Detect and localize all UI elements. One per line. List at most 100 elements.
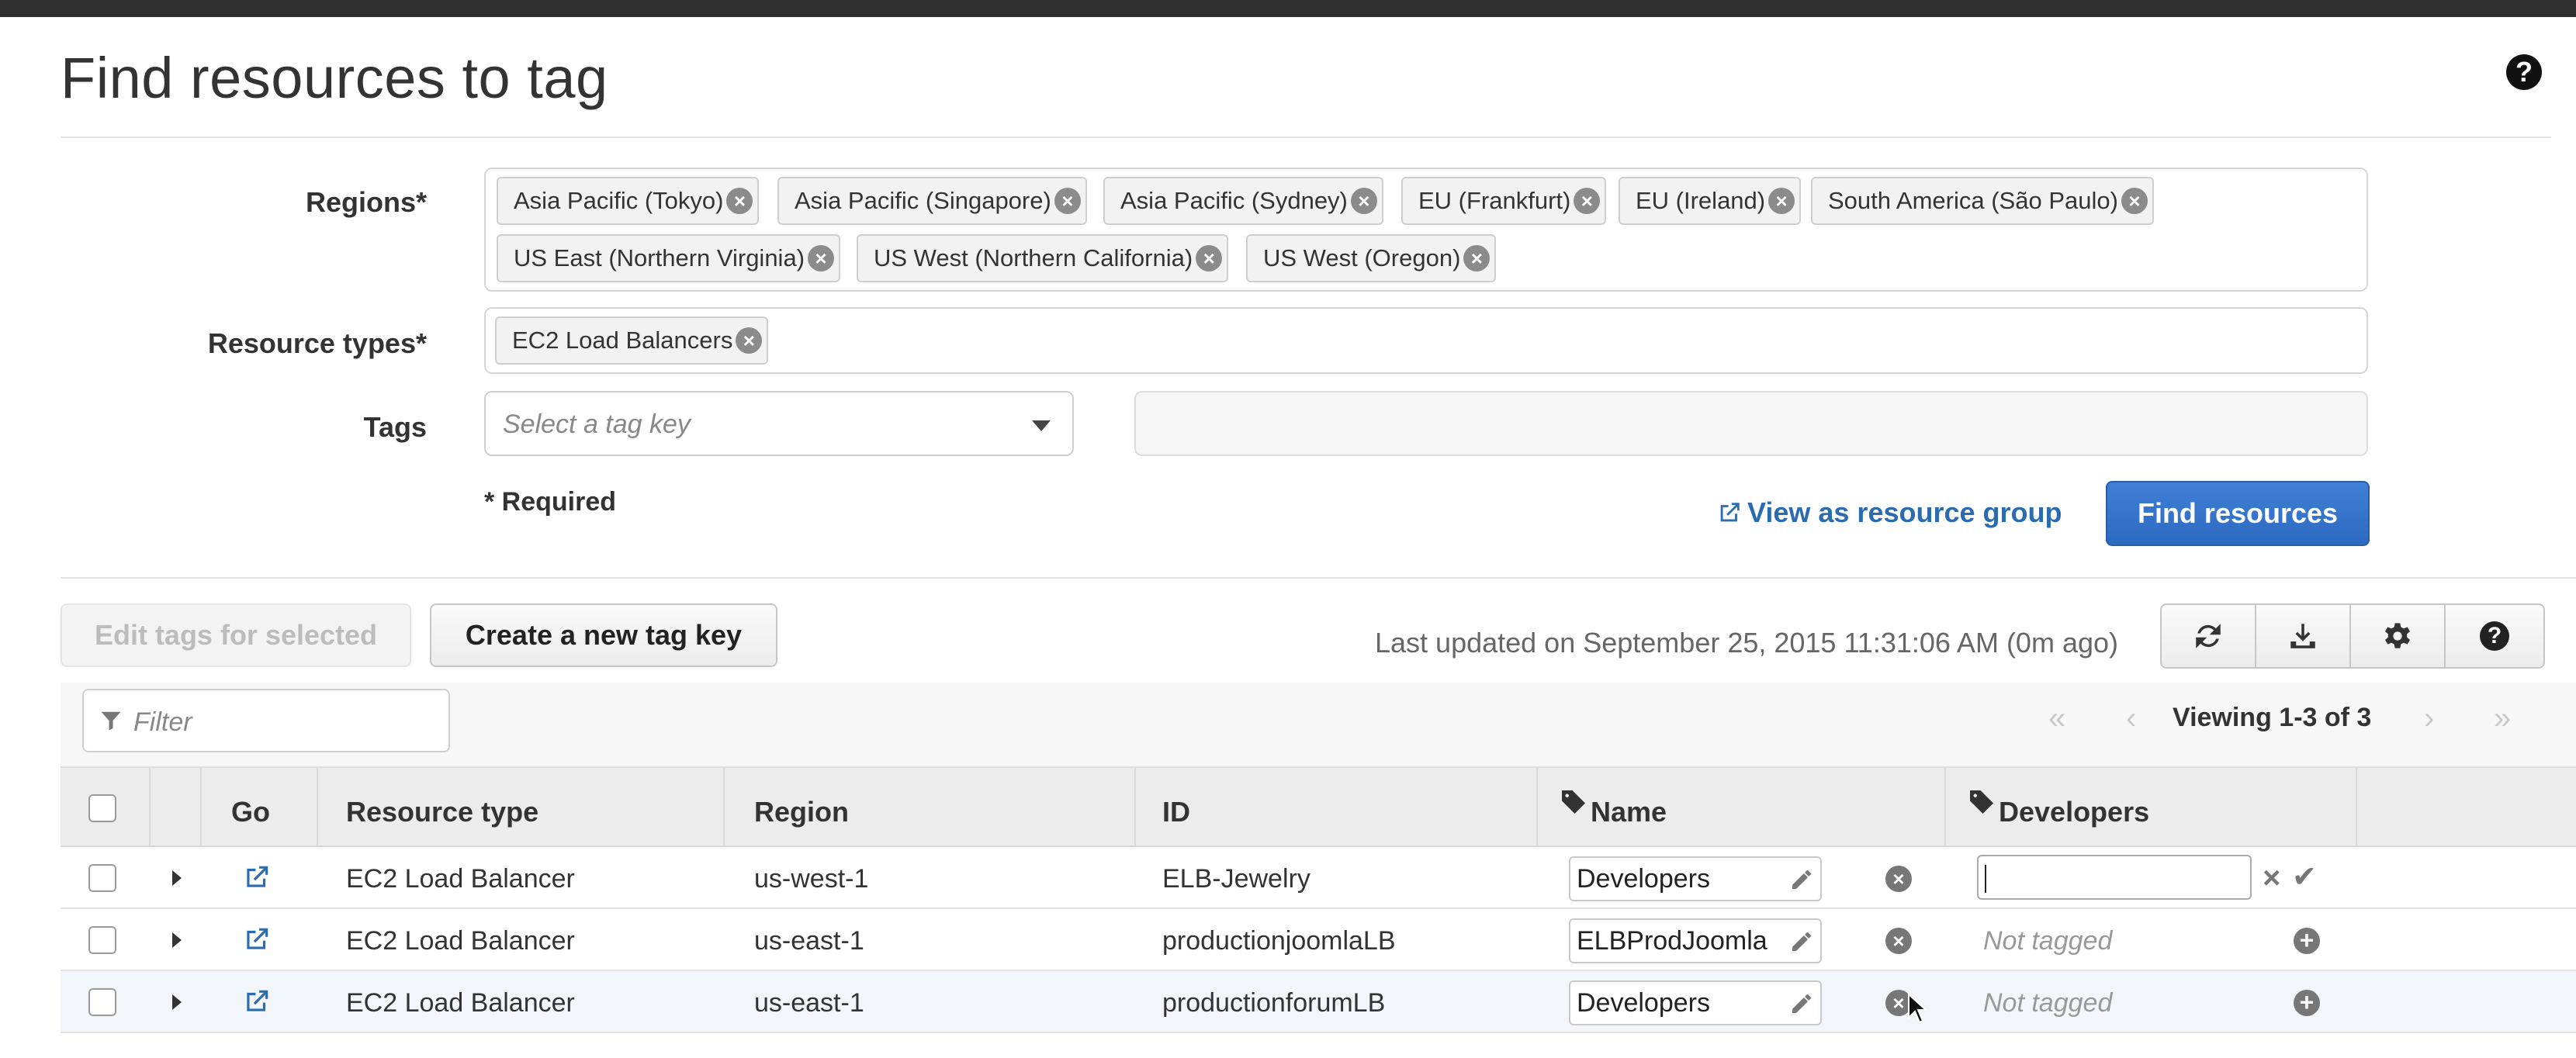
remove-icon[interactable]: × <box>726 188 753 214</box>
row-checkbox[interactable] <box>88 864 116 892</box>
select-all-checkbox[interactable] <box>88 794 116 822</box>
cancel-icon[interactable]: × <box>2263 861 2280 896</box>
title-divider <box>61 137 2551 138</box>
confirm-icon[interactable]: ✔ <box>2292 859 2317 894</box>
create-tag-key-button[interactable]: Create a new tag key <box>430 603 777 667</box>
refresh-button[interactable] <box>2160 603 2256 669</box>
column-header-id[interactable]: ID <box>1162 796 1190 828</box>
remove-icon[interactable]: × <box>1463 245 1491 271</box>
name-tag-field[interactable]: Developers <box>1569 856 1822 901</box>
pencil-icon[interactable] <box>1789 867 1814 892</box>
regions-input[interactable]: Asia Pacific (Tokyo) × Asia Pacific (Sing… <box>484 168 2368 292</box>
add-tag-icon[interactable]: + <box>2294 928 2320 954</box>
id-cell: productionforumLB <box>1162 988 1386 1018</box>
edit-tags-for-selected-button[interactable]: Edit tags for selected <box>61 603 411 667</box>
remove-tag-icon[interactable]: × <box>1885 928 1912 954</box>
remove-icon[interactable]: × <box>808 245 835 271</box>
mouse-pointer-icon <box>1908 993 1927 1024</box>
view-as-resource-group-link[interactable]: View as resource group <box>1716 496 2062 529</box>
region-token-label: US West (Northern California) <box>874 244 1193 271</box>
remove-icon[interactable]: × <box>1196 245 1223 271</box>
tag-key-select[interactable]: Select a tag key <box>484 391 1074 456</box>
remove-icon[interactable]: × <box>1768 188 1795 214</box>
column-header-developers[interactable]: Developers <box>1999 796 2149 828</box>
last-page-button[interactable]: » <box>2494 701 2511 736</box>
tag-icon <box>1560 788 1587 820</box>
next-page-button[interactable]: › <box>2424 701 2434 736</box>
chevron-down-icon <box>1032 420 1051 431</box>
developers-tag-input[interactable] <box>1977 855 2252 900</box>
page-title: Find resources to tag <box>61 46 608 110</box>
tag-key-placeholder: Select a tag key <box>503 410 691 439</box>
gear-icon <box>2385 623 2410 648</box>
region-token: South America (São Paulo) × <box>1811 177 2154 225</box>
column-divider <box>1944 768 1946 845</box>
region-token-label: US West (Oregon) <box>1263 244 1461 271</box>
external-link-icon[interactable] <box>242 925 272 954</box>
row-checkbox[interactable] <box>88 926 116 954</box>
region-token: US East (Northern Virginia) × <box>497 234 841 282</box>
pencil-icon[interactable] <box>1789 991 1814 1016</box>
expand-row-icon[interactable] <box>172 870 182 886</box>
region-cell: us-east-1 <box>754 926 864 956</box>
name-tag-value: Developers <box>1577 864 1710 894</box>
add-tag-icon[interactable]: + <box>2294 990 2320 1016</box>
help-button[interactable]: ? <box>2444 603 2545 669</box>
pencil-icon[interactable] <box>1789 929 1814 954</box>
region-token: Asia Pacific (Sydney) × <box>1103 177 1383 225</box>
region-token: Asia Pacific (Singapore) × <box>777 177 1087 225</box>
column-header-name[interactable]: Name <box>1591 796 1667 828</box>
column-divider <box>2356 768 2357 845</box>
external-link-icon[interactable] <box>242 987 272 1016</box>
column-divider <box>723 768 725 845</box>
column-header-region[interactable]: Region <box>754 796 849 828</box>
first-page-button[interactable]: « <box>2048 701 2065 736</box>
filter-icon <box>101 711 121 731</box>
view-as-resource-group-label: View as resource group <box>1747 496 2062 528</box>
column-header-resource-type[interactable]: Resource type <box>346 796 538 828</box>
remove-icon[interactable]: × <box>1350 188 1377 214</box>
remove-icon[interactable]: × <box>736 327 763 354</box>
resource-types-input[interactable]: EC2 Load Balancers × <box>484 307 2368 374</box>
remove-tag-icon[interactable]: × <box>1885 866 1912 892</box>
region-token-label: South America (São Paulo) <box>1828 187 2118 214</box>
help-icon: ? <box>2480 621 2509 651</box>
previous-page-button[interactable]: ‹ <box>2126 701 2136 736</box>
external-link-icon[interactable] <box>242 863 272 892</box>
row-checkbox[interactable] <box>88 988 116 1016</box>
resource-type-cell: EC2 Load Balancer <box>346 988 575 1018</box>
region-token-label: Asia Pacific (Sydney) <box>1120 187 1348 214</box>
find-resources-button[interactable]: Find resources <box>2106 481 2370 546</box>
region-token: US West (Northern California) × <box>857 234 1229 282</box>
column-divider <box>317 768 318 845</box>
developers-not-tagged: Not tagged <box>1983 988 2113 1018</box>
help-icon[interactable]: ? <box>2506 54 2542 90</box>
remove-icon[interactable]: × <box>1054 188 1081 214</box>
region-token-label: Asia Pacific (Singapore) <box>795 187 1051 214</box>
text-cursor <box>1985 865 1986 894</box>
table-row: EC2 Load Balancer us-west-1 ELB-Jewelry … <box>61 847 2576 909</box>
tags-label: Tags <box>363 411 427 443</box>
region-token-label: EU (Ireland) <box>1636 187 1766 214</box>
expand-row-icon[interactable] <box>172 994 182 1010</box>
filter-placeholder: Filter <box>133 707 192 737</box>
remove-icon[interactable]: × <box>2121 188 2148 214</box>
resource-type-cell: EC2 Load Balancer <box>346 864 575 894</box>
column-header-go: Go <box>231 796 270 828</box>
column-divider <box>200 768 202 845</box>
resource-types-label: Resource types* <box>207 327 427 359</box>
name-tag-value: ELBProdJoomla <box>1577 926 1768 956</box>
region-token-label: Asia Pacific (Tokyo) <box>514 187 724 214</box>
region-token: US West (Oregon) × <box>1246 234 1497 282</box>
settings-button[interactable] <box>2349 603 2446 669</box>
tag-value-input[interactable] <box>1134 391 2368 456</box>
tag-icon <box>1968 788 1996 820</box>
name-tag-field[interactable]: Developers <box>1569 980 1822 1025</box>
remove-icon[interactable]: × <box>1574 188 1601 214</box>
refresh-icon <box>2196 624 2221 648</box>
expand-row-icon[interactable] <box>172 932 182 948</box>
name-tag-field[interactable]: ELBProdJoomla <box>1569 918 1822 963</box>
filter-input[interactable]: Filter <box>82 689 450 752</box>
download-button[interactable] <box>2255 603 2351 669</box>
name-tag-value: Developers <box>1577 988 1710 1018</box>
